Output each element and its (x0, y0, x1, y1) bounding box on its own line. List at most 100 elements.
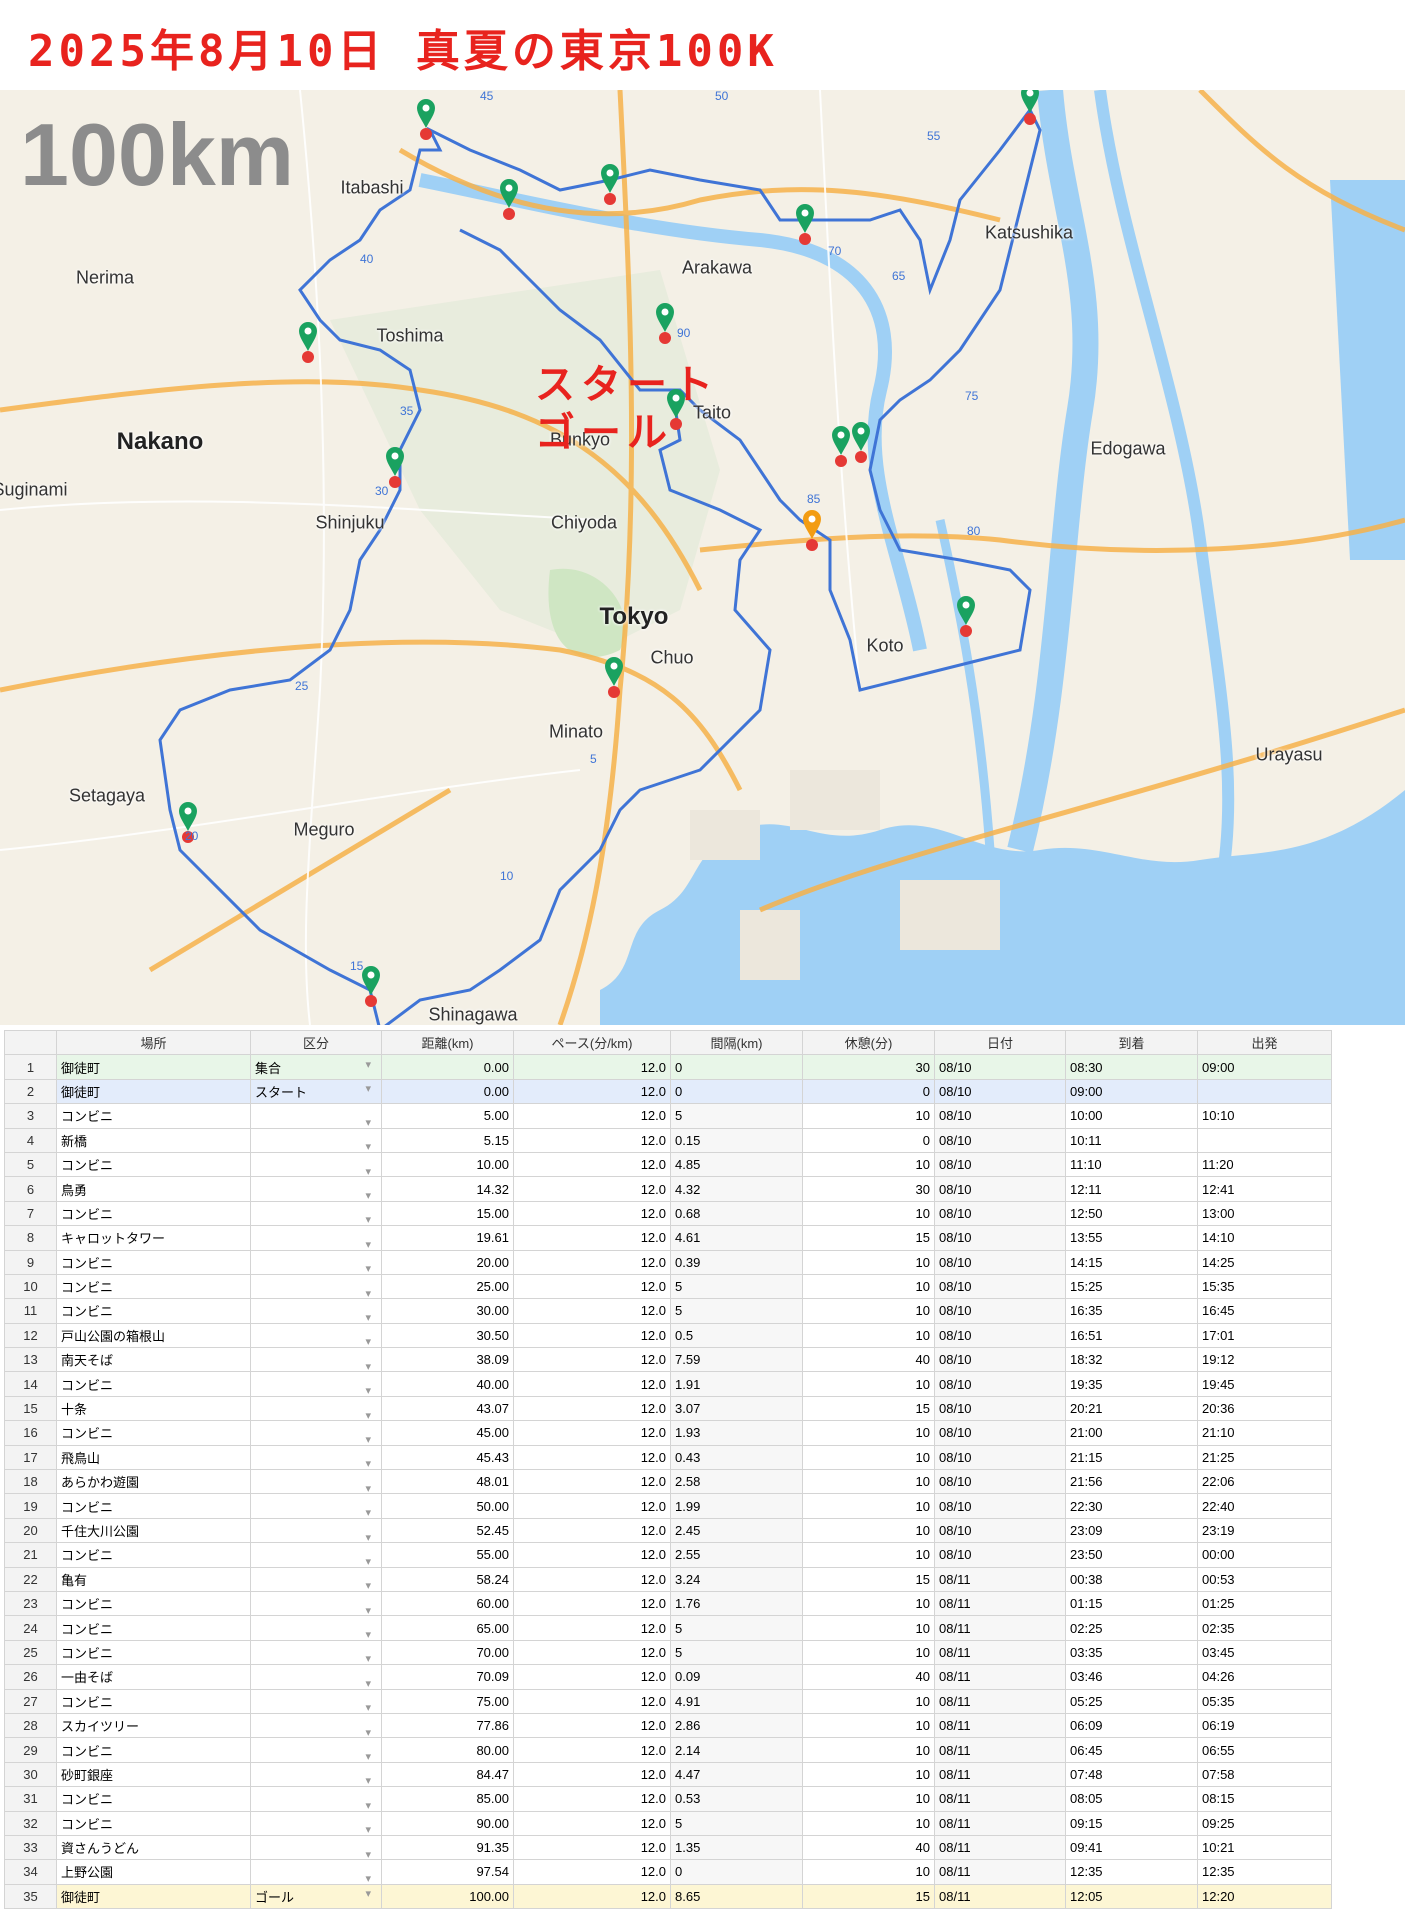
table-row[interactable]: 30砂町銀座 84.4712.04.471008/1107:4807:58 (4, 1761, 1332, 1788)
pace-cell[interactable]: 12.0 (513, 1395, 671, 1422)
category-cell[interactable] (250, 1688, 382, 1714)
date-cell[interactable]: 08/10 (934, 1347, 1066, 1373)
category-cell[interactable] (250, 1176, 382, 1202)
interval-cell[interactable]: 5 (670, 1810, 803, 1836)
pace-cell[interactable]: 12.0 (513, 1615, 671, 1641)
arrival-cell[interactable]: 22:30 (1065, 1493, 1198, 1519)
category-cell[interactable] (250, 1420, 382, 1446)
table-row[interactable]: 32コンビニ 90.0012.051008/1109:1509:25 (4, 1810, 1332, 1836)
departure-cell[interactable]: 11:20 (1197, 1151, 1332, 1178)
place-cell[interactable]: 御徒町 (56, 1054, 251, 1080)
category-cell[interactable] (250, 1639, 382, 1666)
category-cell[interactable] (250, 1566, 382, 1592)
rest-cell[interactable]: 10 (802, 1469, 935, 1495)
table-row[interactable]: 5コンビニ 10.0012.04.851008/1011:1011:20 (4, 1151, 1332, 1178)
departure-cell[interactable]: 20:36 (1197, 1395, 1332, 1422)
interval-cell[interactable]: 4.61 (670, 1225, 803, 1251)
departure-cell[interactable]: 03:45 (1197, 1639, 1332, 1666)
date-cell[interactable]: 08/11 (934, 1712, 1066, 1739)
distance-cell[interactable]: 30.00 (381, 1298, 514, 1324)
distance-cell[interactable]: 48.01 (381, 1469, 514, 1495)
arrival-cell[interactable]: 11:10 (1065, 1151, 1198, 1178)
table-row[interactable]: 17飛鳥山 45.4312.00.431008/1021:1521:25 (4, 1444, 1332, 1471)
distance-cell[interactable]: 55.00 (381, 1542, 514, 1568)
place-cell[interactable]: コンビニ (56, 1420, 251, 1446)
date-cell[interactable]: 08/11 (934, 1810, 1066, 1836)
pace-cell[interactable]: 12.0 (513, 1712, 671, 1739)
distance-cell[interactable]: 0.00 (381, 1078, 514, 1105)
place-cell[interactable]: コンビニ (56, 1810, 251, 1836)
interval-cell[interactable]: 5 (670, 1298, 803, 1324)
departure-cell[interactable]: 08:15 (1197, 1786, 1332, 1812)
interval-cell[interactable]: 7.59 (670, 1347, 803, 1373)
place-cell[interactable]: 戸山公園の箱根山 (56, 1322, 251, 1349)
rest-cell[interactable]: 30 (802, 1054, 935, 1080)
arrival-cell[interactable]: 13:55 (1065, 1225, 1198, 1251)
table-row[interactable]: 29コンビニ 80.0012.02.141008/1106:4506:55 (4, 1737, 1332, 1763)
pace-cell[interactable]: 12.0 (513, 1834, 671, 1861)
date-cell[interactable]: 08/10 (934, 1322, 1066, 1349)
departure-cell[interactable]: 21:25 (1197, 1444, 1332, 1471)
arrival-cell[interactable]: 06:45 (1065, 1737, 1198, 1763)
table-row[interactable]: 11コンビニ 30.0012.051008/1016:3516:45 (4, 1298, 1332, 1324)
interval-cell[interactable]: 0.53 (670, 1786, 803, 1812)
distance-cell[interactable]: 58.24 (381, 1566, 514, 1592)
departure-cell[interactable]: 19:45 (1197, 1371, 1332, 1397)
pace-cell[interactable]: 12.0 (513, 1639, 671, 1666)
departure-cell[interactable] (1197, 1078, 1332, 1105)
category-cell[interactable] (250, 1517, 382, 1544)
table-row[interactable]: 31コンビニ 85.0012.00.531008/1108:0508:15 (4, 1786, 1332, 1812)
table-row[interactable]: 20千住大川公園 52.4512.02.451008/1023:0923:19 (4, 1517, 1332, 1544)
column-header[interactable]: 到着 (1065, 1029, 1198, 1056)
interval-cell[interactable]: 1.91 (670, 1371, 803, 1397)
rest-cell[interactable]: 10 (802, 1151, 935, 1178)
pace-cell[interactable]: 12.0 (513, 1542, 671, 1568)
category-cell[interactable] (250, 1542, 382, 1568)
rest-cell[interactable]: 30 (802, 1176, 935, 1202)
pace-cell[interactable]: 12.0 (513, 1786, 671, 1812)
distance-cell[interactable]: 65.00 (381, 1615, 514, 1641)
interval-cell[interactable]: 5 (670, 1639, 803, 1666)
date-cell[interactable]: 08/10 (934, 1078, 1066, 1105)
place-cell[interactable]: 千住大川公園 (56, 1517, 251, 1544)
interval-cell[interactable]: 2.14 (670, 1737, 803, 1763)
distance-cell[interactable]: 70.00 (381, 1639, 514, 1666)
interval-cell[interactable]: 2.55 (670, 1542, 803, 1568)
arrival-cell[interactable]: 07:48 (1065, 1761, 1198, 1788)
arrival-cell[interactable]: 08:30 (1065, 1054, 1198, 1080)
rest-cell[interactable]: 10 (802, 1517, 935, 1544)
column-header[interactable]: 出発 (1197, 1029, 1332, 1056)
interval-cell[interactable]: 8.65 (670, 1883, 803, 1910)
departure-cell[interactable]: 10:21 (1197, 1834, 1332, 1861)
arrival-cell[interactable]: 21:00 (1065, 1420, 1198, 1446)
place-cell[interactable]: 御徒町 (56, 1078, 251, 1105)
table-row[interactable]: 25コンビニ 70.0012.051008/1103:3503:45 (4, 1639, 1332, 1666)
arrival-cell[interactable]: 15:25 (1065, 1273, 1198, 1300)
distance-cell[interactable]: 25.00 (381, 1273, 514, 1300)
category-cell[interactable]: スタート (250, 1078, 382, 1105)
departure-cell[interactable]: 09:25 (1197, 1810, 1332, 1836)
interval-cell[interactable]: 5 (670, 1103, 803, 1129)
column-header[interactable]: 区分 (250, 1029, 382, 1056)
category-cell[interactable] (250, 1493, 382, 1519)
departure-cell[interactable]: 12:20 (1197, 1883, 1332, 1910)
rest-cell[interactable]: 15 (802, 1883, 935, 1910)
distance-cell[interactable]: 52.45 (381, 1517, 514, 1544)
schedule-table[interactable]: 場所 区分 距離(km) ペース(分/km) 間隔(km) 休憩(分) 日付 到着 出発 1 御徒… (4, 1029, 1332, 1910)
departure-cell[interactable]: 22:06 (1197, 1469, 1332, 1495)
distance-cell[interactable]: 91.35 (381, 1834, 514, 1861)
rest-cell[interactable]: 10 (802, 1542, 935, 1568)
arrival-cell[interactable]: 03:35 (1065, 1639, 1198, 1666)
pace-cell[interactable]: 12.0 (513, 1883, 671, 1910)
pace-cell[interactable]: 12.0 (513, 1590, 671, 1617)
column-header[interactable]: 場所 (56, 1029, 251, 1056)
arrival-cell[interactable]: 03:46 (1065, 1664, 1198, 1690)
category-cell[interactable] (250, 1737, 382, 1763)
distance-cell[interactable]: 15.00 (381, 1200, 514, 1227)
arrival-cell[interactable]: 23:09 (1065, 1517, 1198, 1544)
rest-cell[interactable]: 10 (802, 1639, 935, 1666)
table-row[interactable]: 23コンビニ 60.0012.01.761008/1101:1501:25 (4, 1590, 1332, 1617)
distance-cell[interactable]: 30.50 (381, 1322, 514, 1349)
category-cell[interactable] (250, 1615, 382, 1641)
departure-cell[interactable]: 12:35 (1197, 1859, 1332, 1885)
